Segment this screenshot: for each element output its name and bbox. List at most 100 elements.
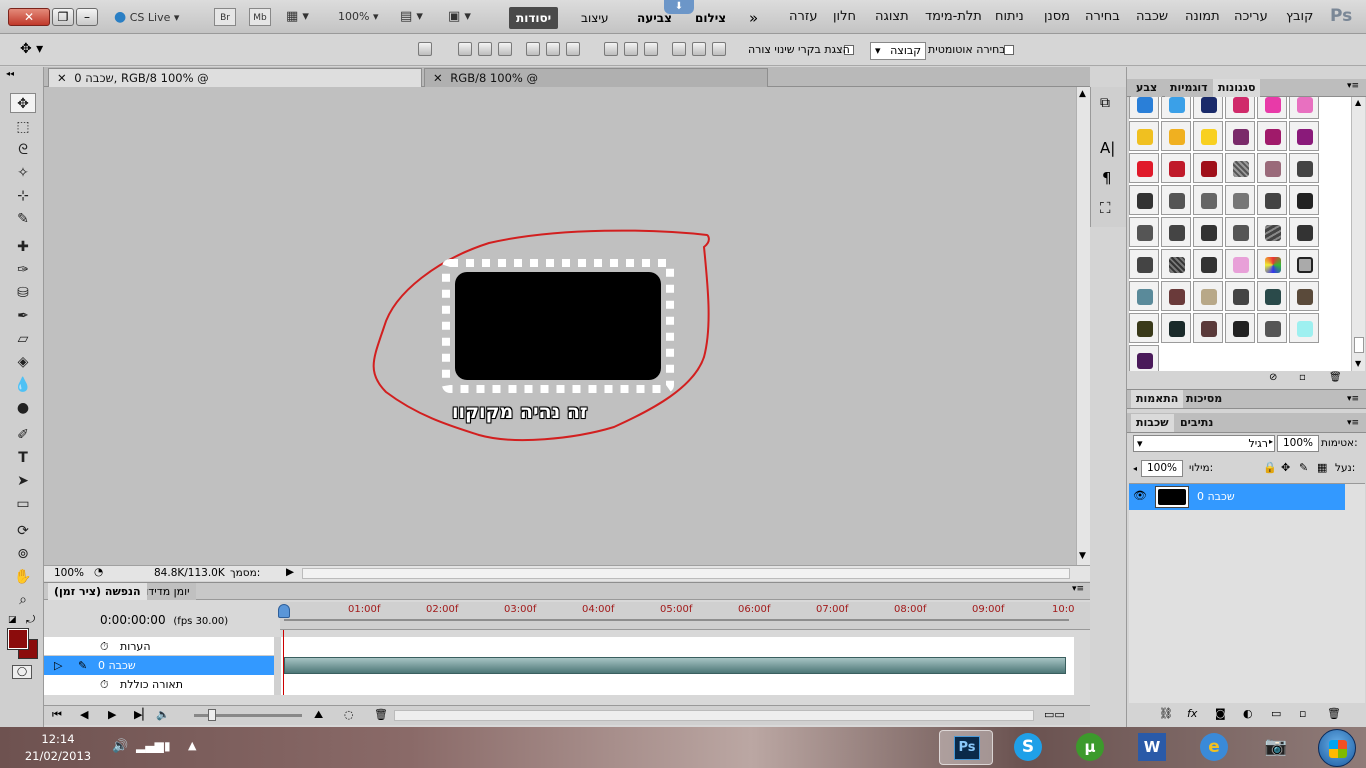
style-swatch[interactable]	[1193, 217, 1223, 247]
opacity-field[interactable]: 100%	[1277, 435, 1319, 452]
history-icon[interactable]: ⧉	[1100, 95, 1110, 111]
default-colors-icon[interactable]: ◪	[8, 615, 17, 625]
taskbar-ie-icon[interactable]: e	[1187, 730, 1241, 765]
crop-tool-icon[interactable]: ⊹	[10, 186, 36, 206]
align-bottom-icon[interactable]	[644, 42, 658, 56]
history-brush-tool-icon[interactable]: ✒	[10, 306, 36, 326]
canvas-area[interactable]: זה נהיה מקוקוו	[44, 87, 1076, 565]
audio-icon[interactable]: 🔈	[156, 708, 170, 721]
shape-tool-icon[interactable]: ▭	[10, 494, 36, 514]
frame-mode-icon[interactable]: ▭▭	[1044, 708, 1065, 721]
style-swatch[interactable]	[1257, 97, 1287, 119]
distribute-hcenter-icon[interactable]	[692, 42, 706, 56]
lock-transparency-icon[interactable]: ▦	[1317, 461, 1327, 474]
distribute-icon[interactable]	[418, 42, 432, 56]
distribute-top-icon[interactable]	[526, 42, 540, 56]
style-swatch[interactable]	[1129, 313, 1159, 343]
tab-color[interactable]: צבע	[1131, 79, 1163, 97]
delete-icon[interactable]: 🗑	[374, 708, 388, 721]
style-swatch[interactable]	[1225, 249, 1255, 279]
paint-bucket-tool-icon[interactable]: ◈	[10, 352, 36, 372]
panel-collapse-icon[interactable]: ◂◂	[6, 69, 14, 78]
style-swatch[interactable]	[1161, 249, 1191, 279]
dodge-tool-icon[interactable]: ●	[10, 398, 36, 418]
pen-tool-icon[interactable]: ✐	[10, 425, 36, 445]
panel-menu-icon[interactable]: ▾≡	[1072, 584, 1084, 594]
style-swatch[interactable]	[1129, 121, 1159, 151]
more-workspaces-button[interactable]: »	[742, 7, 765, 29]
panel-menu-icon[interactable]: ▾≡	[1347, 418, 1359, 428]
arrange-documents-icon[interactable]: ▤ ▾	[400, 8, 434, 26]
new-style-icon[interactable]: ▫	[1299, 372, 1306, 383]
3d-rotate-tool-icon[interactable]: ⟳	[10, 521, 36, 541]
panel-menu-icon[interactable]: ▾≡	[1347, 394, 1359, 404]
scroll-thumb[interactable]	[1354, 337, 1364, 353]
layer-row[interactable]: ▷ ✎ שכבה 0	[44, 656, 274, 675]
time-ruler[interactable]: 01:00f 02:00f 03:00f 04:00f 05:00f 06:00…	[278, 602, 1090, 630]
align-top-icon[interactable]	[604, 42, 618, 56]
style-swatch[interactable]	[1193, 185, 1223, 215]
style-swatch[interactable]	[1257, 313, 1287, 343]
scroll-down-icon[interactable]: ▼	[1355, 359, 1361, 368]
workspace-design[interactable]: עיצוב	[574, 7, 616, 29]
style-swatch[interactable]	[1257, 153, 1287, 183]
style-swatch[interactable]	[1257, 185, 1287, 215]
style-swatch[interactable]	[1129, 249, 1159, 279]
style-swatch[interactable]	[1129, 217, 1159, 247]
fill-field[interactable]: 100%	[1141, 460, 1183, 477]
expand-arrow-icon[interactable]: ▷	[54, 656, 62, 675]
layer-duration-bar[interactable]	[284, 657, 1066, 674]
adjustment-layer-icon[interactable]: ◐	[1243, 707, 1253, 720]
tab-layers[interactable]: שכבות	[1131, 414, 1174, 432]
eraser-tool-icon[interactable]: ▱	[10, 329, 36, 349]
menu-layer[interactable]: שכבה	[1136, 9, 1168, 24]
stopwatch-icon[interactable]: ⏱	[100, 675, 109, 694]
taskbar-word-icon[interactable]: W	[1125, 730, 1179, 765]
tab-paths[interactable]: נתיבים	[1175, 414, 1218, 432]
vertical-scrollbar[interactable]: ▲ ▼	[1076, 87, 1090, 565]
style-swatch[interactable]	[1225, 153, 1255, 183]
fill-stepper-icon[interactable]: ◂	[1133, 464, 1137, 473]
zoom-level-dropdown[interactable]: 100% ▾	[338, 8, 394, 26]
status-info-icon[interactable]: ◔	[94, 566, 103, 578]
style-swatch[interactable]	[1225, 313, 1255, 343]
zoom-in-icon[interactable]: ⛰	[314, 708, 323, 722]
first-frame-icon[interactable]: ⏮	[52, 708, 62, 722]
lock-pixels-icon[interactable]: ✎	[1299, 461, 1308, 474]
swap-colors-icon[interactable]: ⤾	[26, 613, 35, 627]
transform-icon[interactable]: ⛶	[1100, 199, 1111, 217]
restore-button[interactable]: ❐	[52, 8, 74, 26]
tab-masks[interactable]: מסיכות	[1181, 390, 1227, 408]
quick-select-tool-icon[interactable]: ✧	[10, 163, 36, 183]
menu-edit[interactable]: עריכה	[1234, 9, 1268, 24]
global-lighting-row[interactable]: ⏱ תאורה כוללת	[44, 675, 274, 694]
healing-brush-tool-icon[interactable]: ✚	[10, 237, 36, 257]
minimize-button[interactable]: –	[76, 8, 98, 26]
screen-mode-icon[interactable]: ▣ ▾	[448, 8, 482, 26]
auto-select-dropdown[interactable]: ▾ קבוצה	[870, 42, 926, 60]
style-swatch[interactable]	[1289, 97, 1319, 119]
close-tab-icon[interactable]: ✕	[57, 71, 67, 85]
hand-tool-icon[interactable]: ✋	[10, 567, 36, 587]
style-swatch[interactable]	[1193, 281, 1223, 311]
comments-row[interactable]: ⏱ הערות	[44, 637, 274, 656]
workspace-basics[interactable]: יסודות	[509, 7, 559, 29]
style-swatch[interactable]	[1289, 121, 1319, 151]
horizontal-scrollbar[interactable]	[302, 568, 1070, 579]
style-swatch[interactable]	[1193, 121, 1223, 151]
move-tool-preset-icon[interactable]: ✥ ▾	[20, 41, 43, 57]
lock-all-icon[interactable]: 🔒	[1263, 461, 1277, 474]
lock-position-icon[interactable]: ✥	[1281, 461, 1290, 474]
menu-analysis[interactable]: ניתוח	[995, 9, 1024, 24]
stopwatch-icon[interactable]: ⏱	[100, 637, 109, 656]
menu-window[interactable]: חלון	[833, 9, 856, 24]
menu-help[interactable]: עזרה	[789, 9, 817, 24]
lasso-tool-icon[interactable]: ᘓ	[10, 140, 36, 160]
delete-style-icon[interactable]: 🗑	[1329, 372, 1342, 383]
scroll-down-icon[interactable]: ▼	[1079, 551, 1086, 561]
clone-stamp-tool-icon[interactable]: ⛁	[10, 283, 36, 303]
volume-icon[interactable]: 🔊	[112, 739, 128, 754]
tab-animation-timeline[interactable]: הנפשה (ציר זמן)	[48, 583, 147, 600]
link-layers-icon[interactable]: ⛓	[1159, 707, 1173, 720]
paragraph-icon[interactable]: ¶	[1102, 169, 1112, 187]
